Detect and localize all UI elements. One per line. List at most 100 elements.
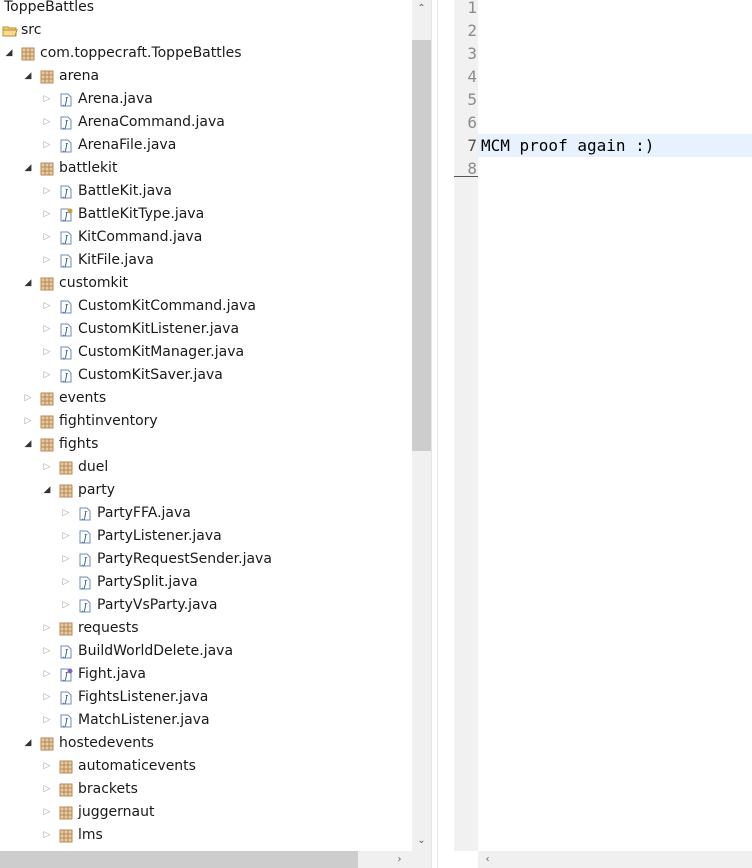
horizontal-scrollbar[interactable]: › [0,851,412,868]
expand-arrow-icon[interactable]: ◢ [22,157,34,180]
tree-item-label: Arena.java [78,91,153,107]
collapse-arrow-icon[interactable]: ▷ [60,594,72,617]
tree-item[interactable]: ◢ battlekit [0,157,412,180]
tree-item[interactable]: ▷ J BattleKitType.java [0,203,412,226]
tree-item[interactable]: ▷ J PartySplit.java [0,571,412,594]
tree-item[interactable]: ▷ fightinventory [0,410,412,433]
package-icon [59,829,73,843]
collapse-arrow-icon[interactable]: ▷ [41,341,53,364]
collapse-arrow-icon[interactable]: ▷ [41,686,53,709]
tree-item[interactable]: ▷ lms [0,824,412,847]
tree-item[interactable]: ◢ com.toppecraft.ToppeBattles [0,42,412,65]
line-number: 1 [467,0,477,17]
tree-item[interactable]: ◢ hostedevents [0,732,412,755]
text-editor[interactable]: 1 2 3 4 5 6 7 8 MCM proof again :) ‹ [438,0,752,868]
collapse-arrow-icon[interactable]: ▷ [41,640,53,663]
vertical-scrollbar[interactable]: ⌃ ⌄ [412,0,431,851]
tree-item[interactable]: ◢ party [0,479,412,502]
collapse-arrow-icon[interactable]: ▷ [41,663,53,686]
tree-item[interactable]: ▷ juggernaut [0,801,412,824]
tree-item[interactable]: ◢ fights [0,433,412,456]
tree-item[interactable]: ▷ J CustomKitManager.java [0,341,412,364]
tree-item[interactable]: ▷ automaticevents [0,755,412,778]
expand-arrow-icon[interactable]: ◢ [22,732,34,755]
tree-item[interactable]: ▷ J MatchListener.java [0,709,412,732]
horizontal-scroll-thumb[interactable] [0,851,358,868]
scroll-left-icon[interactable]: ‹ [478,851,497,868]
collapse-arrow-icon[interactable]: ▷ [22,410,34,433]
collapse-arrow-icon[interactable]: ▷ [41,801,53,824]
tree-item[interactable]: ▷ J ArenaCommand.java [0,111,412,134]
collapse-arrow-icon[interactable]: ▷ [41,755,53,778]
package-icon [40,392,54,406]
collapse-arrow-icon[interactable]: ▷ [60,548,72,571]
tree-item[interactable]: ▷ J Arena.java [0,88,412,111]
tree-item[interactable]: ▷ requests [0,617,412,640]
tree-item[interactable]: src [0,19,412,42]
expand-arrow-icon[interactable]: ◢ [22,65,34,88]
collapse-arrow-icon[interactable]: ▷ [41,180,53,203]
tree-item[interactable]: ◢ arena [0,65,412,88]
collapse-arrow-icon[interactable]: ▷ [60,571,72,594]
tree-item-label: CustomKitManager.java [78,344,245,360]
collapse-arrow-icon[interactable]: ▷ [41,295,53,318]
tree-item[interactable]: ▷ J Fight.java [0,663,412,686]
tree-item[interactable]: ▷ J FightsListener.java [0,686,412,709]
tree-item[interactable]: ▷ J CustomKitSaver.java [0,364,412,387]
tree-item-label: fights [59,436,99,452]
pane-splitter[interactable] [431,0,438,868]
java-icon: J [78,599,92,613]
package-icon [40,162,54,176]
tree-item[interactable]: ▷ J KitFile.java [0,249,412,272]
line-number: 8 [467,159,477,178]
tree-item[interactable]: ▷ J KitCommand.java [0,226,412,249]
tree-item[interactable]: ▷ events [0,387,412,410]
tree-item-label: com.toppecraft.ToppeBattles [40,45,242,61]
tree-item[interactable]: ▷ J PartyRequestSender.java [0,548,412,571]
tree-item[interactable]: ▷ J PartyListener.java [0,525,412,548]
collapse-arrow-icon[interactable]: ▷ [41,134,53,157]
tree-item[interactable]: ◢ customkit [0,272,412,295]
tree-item[interactable]: ▷ J PartyVsParty.java [0,594,412,617]
expand-arrow-icon[interactable]: ◢ [22,433,34,456]
package-icon [59,622,73,636]
vertical-scroll-thumb[interactable] [412,40,431,451]
collapse-arrow-icon[interactable]: ▷ [41,203,53,226]
editor-horizontal-scrollbar[interactable]: ‹ [478,851,752,868]
scroll-up-icon[interactable]: ⌃ [412,0,431,17]
tree-item[interactable]: ▷ J CustomKitCommand.java [0,295,412,318]
tree-item[interactable]: ▷ J CustomKitListener.java [0,318,412,341]
expand-arrow-icon[interactable]: ◢ [3,42,15,65]
tree-item[interactable]: ▷ J BuildWorldDelete.java [0,640,412,663]
collapse-arrow-icon[interactable]: ▷ [41,778,53,801]
collapse-arrow-icon[interactable]: ▷ [60,502,72,525]
line-number: 6 [467,113,477,132]
tree-item[interactable]: ToppeBattles [0,0,412,19]
collapse-arrow-icon[interactable]: ▷ [41,249,53,272]
scroll-right-icon[interactable]: › [390,851,409,868]
collapse-arrow-icon[interactable]: ▷ [22,387,34,410]
expand-arrow-icon[interactable]: ◢ [41,479,53,502]
tree-item[interactable]: ▷ J PartyFFA.java [0,502,412,525]
collapse-arrow-icon[interactable]: ▷ [41,456,53,479]
collapse-arrow-icon[interactable]: ▷ [41,364,53,387]
java-icon: J [59,645,73,659]
collapse-arrow-icon[interactable]: ▷ [60,525,72,548]
code-line[interactable]: MCM proof again :) [481,134,654,157]
collapse-arrow-icon[interactable]: ▷ [41,824,53,847]
tree-item[interactable]: ▷ duel [0,456,412,479]
collapse-arrow-icon[interactable]: ▷ [41,318,53,341]
collapse-arrow-icon[interactable]: ▷ [41,617,53,640]
collapse-arrow-icon[interactable]: ▷ [41,88,53,111]
tree-item-label: events [59,390,107,406]
collapse-arrow-icon[interactable]: ▷ [41,111,53,134]
tree-item-label: party [78,482,115,498]
collapse-arrow-icon[interactable]: ▷ [41,709,53,732]
tree-item-label: KitCommand.java [78,229,203,245]
tree-item[interactable]: ▷ J BattleKit.java [0,180,412,203]
expand-arrow-icon[interactable]: ◢ [22,272,34,295]
tree-item[interactable]: ▷ brackets [0,778,412,801]
collapse-arrow-icon[interactable]: ▷ [41,226,53,249]
tree-item[interactable]: ▷ J ArenaFile.java [0,134,412,157]
scroll-down-icon[interactable]: ⌄ [412,832,431,849]
